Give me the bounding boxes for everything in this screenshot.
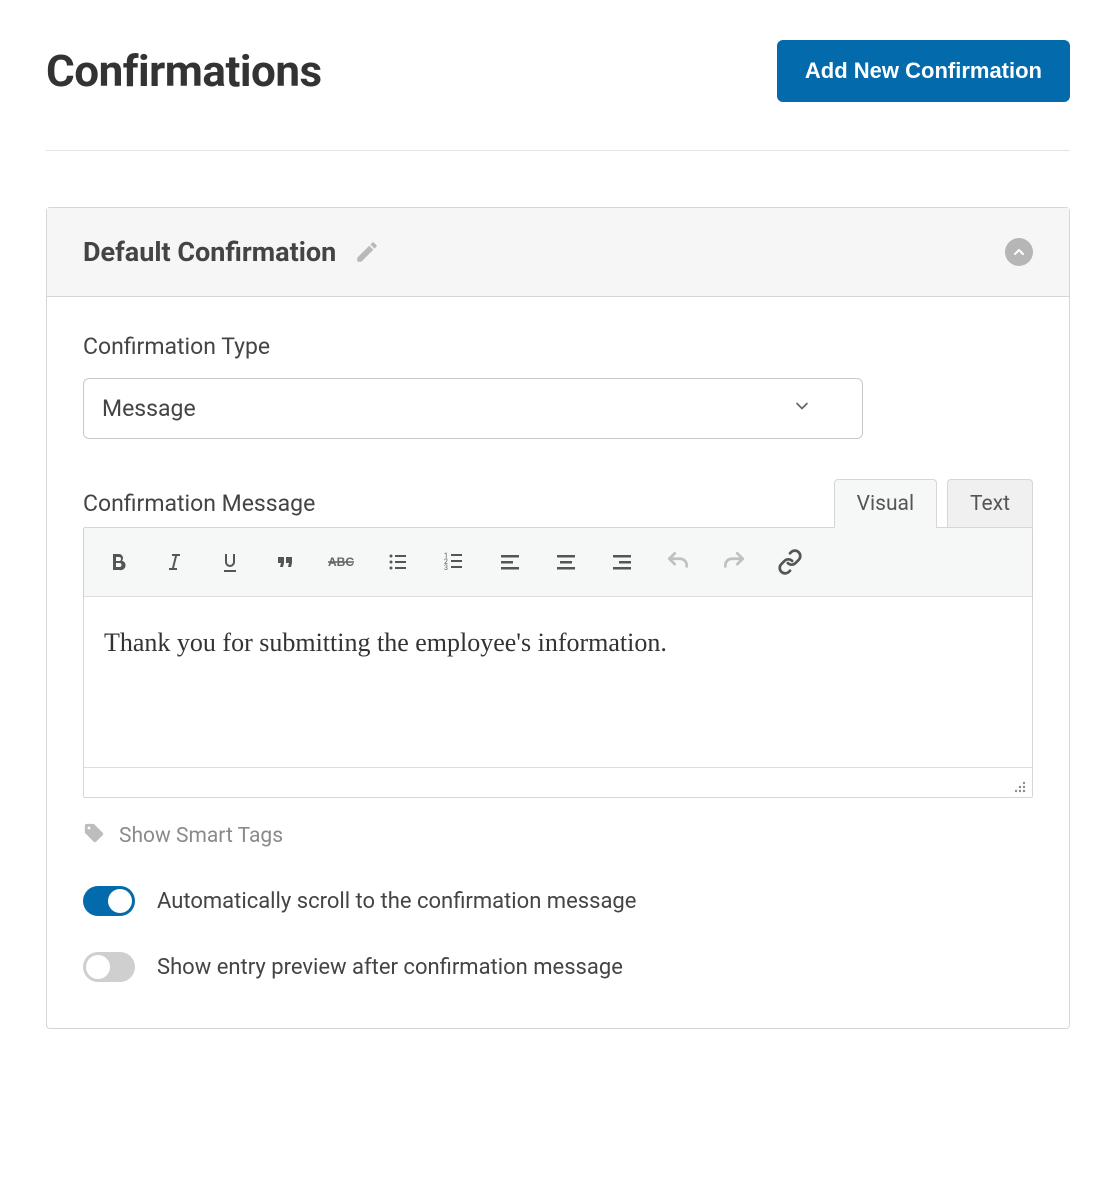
bullet-list-button[interactable] bbox=[374, 540, 422, 584]
resize-grip-icon bbox=[1010, 777, 1028, 795]
undo-button[interactable] bbox=[654, 540, 702, 584]
show-smart-tags-link[interactable]: Show Smart Tags bbox=[83, 822, 1033, 850]
pencil-icon[interactable] bbox=[354, 239, 380, 265]
link-button[interactable] bbox=[766, 540, 814, 584]
panel-title: Default Confirmation bbox=[83, 236, 336, 268]
tab-text[interactable]: Text bbox=[947, 479, 1033, 528]
message-textarea[interactable]: Thank you for submitting the employee's … bbox=[84, 597, 1032, 767]
chevron-up-icon[interactable] bbox=[1005, 238, 1033, 266]
confirmation-type-select[interactable]: Message bbox=[83, 378, 863, 439]
svg-text:3: 3 bbox=[444, 564, 448, 572]
smart-tags-label: Show Smart Tags bbox=[119, 824, 283, 848]
tab-visual[interactable]: Visual bbox=[834, 479, 937, 528]
page-title: Confirmations bbox=[46, 45, 322, 97]
divider bbox=[46, 150, 1070, 151]
resize-bar[interactable] bbox=[84, 767, 1032, 797]
redo-button[interactable] bbox=[710, 540, 758, 584]
strikethrough-button[interactable]: ABC bbox=[318, 540, 366, 584]
blockquote-button[interactable] bbox=[262, 540, 310, 584]
align-center-button[interactable] bbox=[542, 540, 590, 584]
editor-toolbar: ABC 123 bbox=[84, 528, 1032, 597]
add-confirmation-button[interactable]: Add New Confirmation bbox=[777, 40, 1070, 102]
message-label: Confirmation Message bbox=[83, 490, 315, 517]
entry-preview-label: Show entry preview after confirmation me… bbox=[157, 955, 623, 980]
bold-button[interactable] bbox=[94, 540, 142, 584]
type-label: Confirmation Type bbox=[83, 333, 1033, 360]
chevron-down-icon bbox=[792, 395, 812, 422]
select-value: Message bbox=[102, 395, 196, 422]
numbered-list-button[interactable]: 123 bbox=[430, 540, 478, 584]
align-right-button[interactable] bbox=[598, 540, 646, 584]
entry-preview-toggle[interactable] bbox=[83, 952, 135, 982]
auto-scroll-label: Automatically scroll to the confirmation… bbox=[157, 889, 636, 914]
align-left-button[interactable] bbox=[486, 540, 534, 584]
underline-button[interactable] bbox=[206, 540, 254, 584]
panel-body: Confirmation Type Message Confirmation M… bbox=[47, 297, 1069, 1028]
auto-scroll-toggle[interactable] bbox=[83, 886, 135, 916]
editor: ABC 123 bbox=[83, 527, 1033, 798]
tag-icon bbox=[83, 822, 105, 850]
confirmation-panel: Default Confirmation Confirmation Type M… bbox=[46, 207, 1070, 1029]
panel-header: Default Confirmation bbox=[47, 208, 1069, 297]
italic-button[interactable] bbox=[150, 540, 198, 584]
